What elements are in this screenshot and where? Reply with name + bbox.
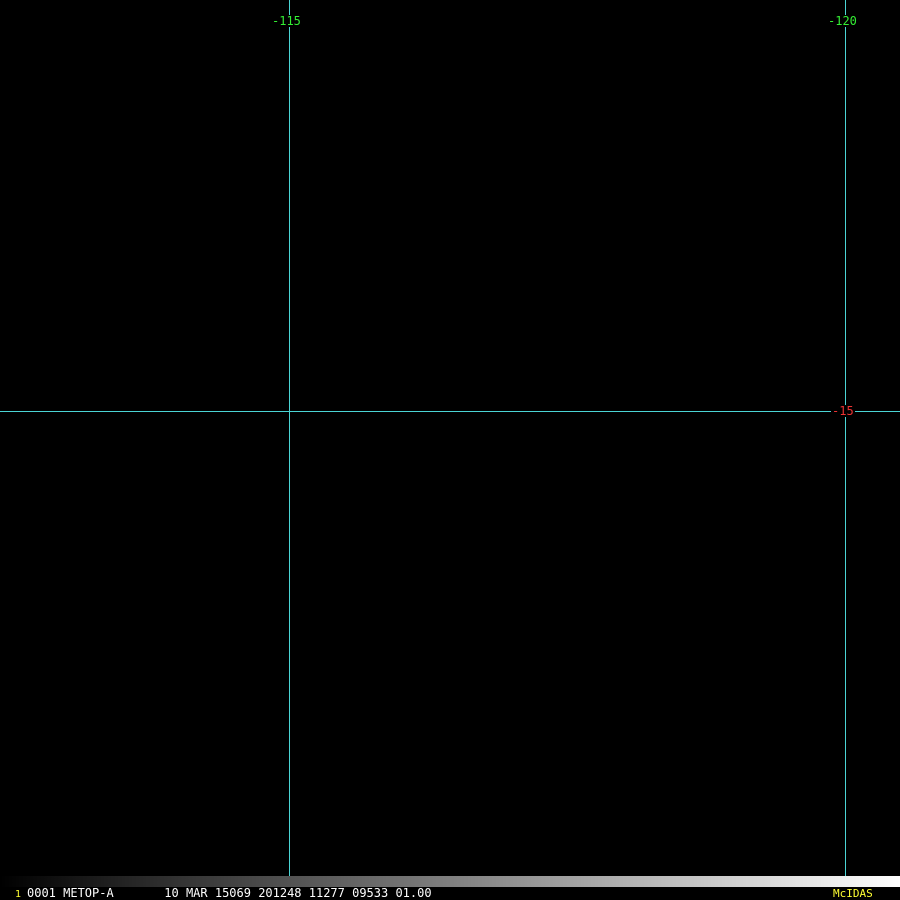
mcidas-brand-label: McIDAS [833, 887, 873, 900]
frame-number: 1 [15, 889, 22, 900]
latitude-label-minus-15: -15 [831, 404, 855, 418]
longitude-label-minus-120: -120 [827, 14, 858, 28]
longitude-gridline-minus-115 [289, 0, 290, 900]
latitude-gridline-minus-15 [0, 411, 900, 412]
longitude-gridline-minus-120 [845, 0, 846, 900]
image-status-bar: 1 0001 METOP-A 10 MAR 15069 201248 11277… [0, 876, 900, 900]
status-text-row: 1 0001 METOP-A 10 MAR 15069 201248 11277… [0, 887, 900, 900]
image-info-text: 0001 METOP-A 10 MAR 15069 201248 11277 0… [27, 886, 432, 900]
satellite-map-view[interactable]: -115 -120 -15 [0, 0, 900, 900]
longitude-label-minus-115: -115 [271, 14, 302, 28]
